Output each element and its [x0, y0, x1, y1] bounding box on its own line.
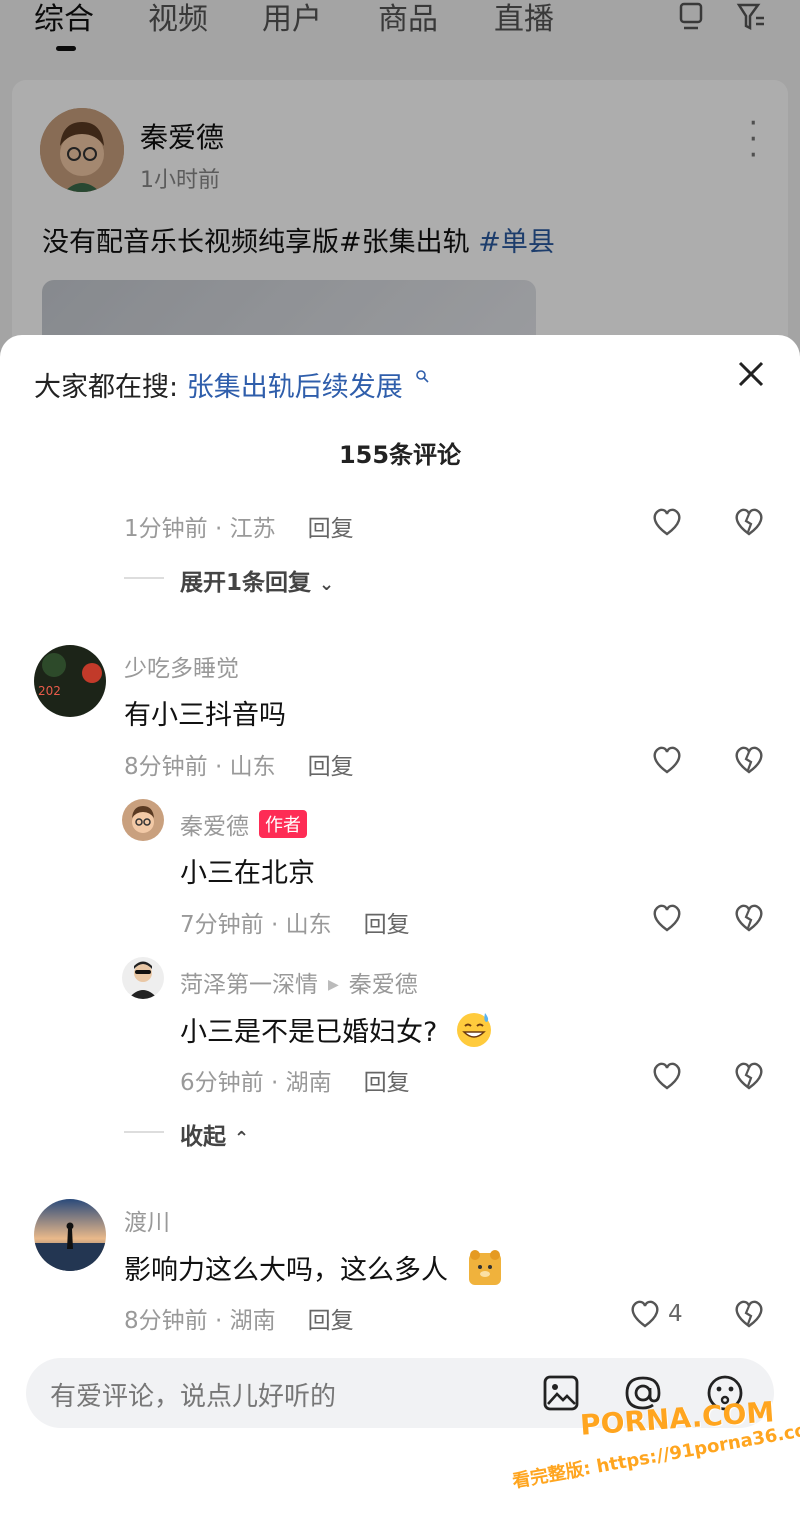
avatar[interactable] — [122, 957, 164, 999]
reply-text: 小三是不是已婚妇女? — [180, 1009, 494, 1049]
dislike-icon[interactable] — [732, 901, 766, 935]
comment-meta: 1分钟前 · 江苏 回复 — [124, 509, 354, 543]
comment-sheet: 大家都在搜: 张集出轨后续发展 155条评论 1分钟前 · 江苏 回复 展开1条回… — [0, 335, 800, 1513]
avatar[interactable]: 202 — [34, 645, 106, 717]
comment-meta: 8分钟前 · 湖南 回复 — [124, 1301, 354, 1335]
avatar[interactable] — [122, 799, 164, 841]
reply-to-user[interactable]: 秦爱德 — [349, 972, 418, 998]
reply-button[interactable]: 回复 — [308, 516, 354, 542]
comment-time-location: 8分钟前 · 湖南 — [124, 1308, 276, 1334]
reply-username: 秦爱德 作者 — [180, 807, 307, 841]
reply-button[interactable]: 回复 — [364, 912, 410, 938]
search-term-link[interactable]: 张集出轨后续发展 — [187, 372, 403, 403]
dislike-icon[interactable] — [732, 743, 766, 777]
collapse-replies[interactable]: 收起 ⌃ — [180, 1117, 249, 1151]
reply-button[interactable]: 回复 — [308, 754, 354, 780]
reply-text: 小三在北京 — [180, 858, 315, 889]
reply-button[interactable]: 回复 — [308, 1308, 354, 1334]
sweat-smile-emoji-icon — [456, 1013, 491, 1047]
heart-icon[interactable] — [650, 901, 684, 935]
heart-icon[interactable] — [650, 743, 684, 777]
chevron-down-icon: ⌄ — [319, 574, 335, 595]
heart-icon[interactable] — [650, 505, 684, 539]
expand-label: 展开1条回复 — [180, 570, 312, 596]
comment-time-location: 8分钟前 · 山东 — [124, 754, 276, 780]
heart-icon[interactable] — [628, 1297, 662, 1331]
reply-time-location: 7分钟前 · 山东 — [180, 912, 332, 938]
comment-input-placeholder: 有爱评论，说点儿好听的 — [50, 1382, 337, 1412]
comment-text: 影响力这么大吗，这么多人 — [124, 1247, 505, 1287]
search-prefix: 大家都在搜: — [34, 372, 179, 403]
search-suggestion[interactable]: 大家都在搜: 张集出轨后续发展 — [34, 365, 429, 404]
comment-meta: 8分钟前 · 山东 回复 — [124, 747, 354, 781]
like-count: 4 — [668, 1301, 683, 1327]
comment-text: 有小三抖音吗 — [124, 700, 286, 731]
divider-line — [124, 1131, 164, 1133]
reply-user[interactable]: 菏泽第一深情 — [180, 972, 318, 998]
dislike-icon[interactable] — [732, 1297, 766, 1331]
reply-time-location: 6分钟前 · 湖南 — [180, 1070, 332, 1096]
reply-text-content: 小三是不是已婚妇女? — [180, 1017, 438, 1048]
close-icon[interactable] — [736, 359, 766, 389]
dislike-icon[interactable] — [732, 1059, 766, 1093]
svg-text:202: 202 — [38, 684, 61, 698]
reply-meta: 7分钟前 · 山东 回复 — [180, 905, 410, 939]
author-badge: 作者 — [259, 810, 307, 838]
comment-username[interactable]: 少吃多睡觉 — [124, 649, 239, 683]
dislike-icon[interactable] — [732, 505, 766, 539]
chevron-up-icon: ⌃ — [234, 1128, 250, 1149]
reply-username: 菏泽第一深情 ▶ 秦爱德 — [180, 965, 418, 999]
comment-count: 155条评论 — [338, 441, 462, 469]
comment-time-location: 1分钟前 · 江苏 — [124, 516, 276, 542]
comment-username[interactable]: 渡川 — [124, 1203, 170, 1237]
collapse-label: 收起 — [180, 1124, 226, 1150]
search-icon — [416, 370, 429, 383]
comment-text-content: 影响力这么大吗，这么多人 — [124, 1255, 448, 1286]
watermark: PORNA.COM 看完整版: https://91porna36.com — [500, 1390, 800, 1492]
bear-emoji-icon — [468, 1250, 501, 1285]
divider-line — [124, 577, 164, 579]
expand-replies[interactable]: 展开1条回复 ⌄ — [180, 563, 334, 597]
heart-icon[interactable] — [650, 1059, 684, 1093]
play-arrow-icon: ▶ — [328, 977, 339, 993]
reply-meta: 6分钟前 · 湖南 回复 — [180, 1063, 410, 1097]
reply-button[interactable]: 回复 — [364, 1070, 410, 1096]
reply-user[interactable]: 秦爱德 — [180, 814, 249, 840]
avatar[interactable] — [34, 1199, 106, 1271]
